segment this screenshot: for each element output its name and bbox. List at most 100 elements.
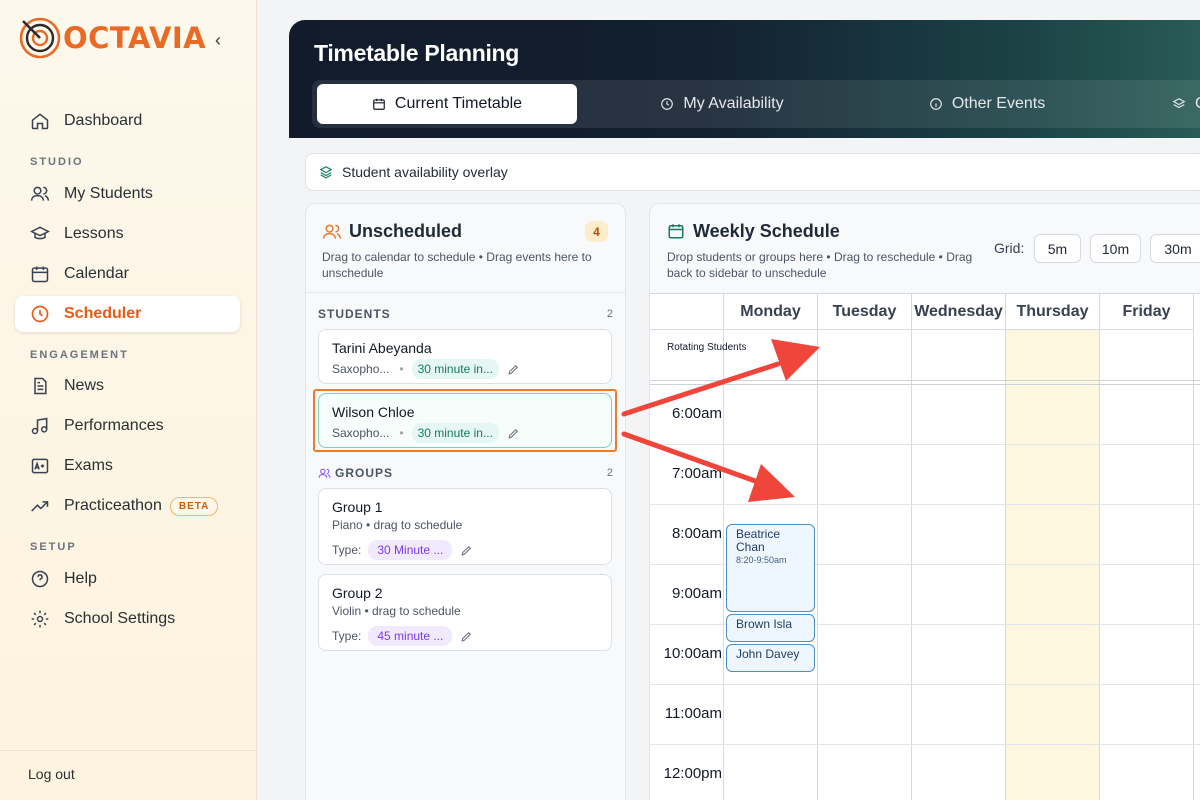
highlight-box bbox=[313, 389, 617, 452]
tab-label: Other Events bbox=[951, 95, 1046, 112]
sidebar-item-label: Dashboard bbox=[64, 112, 143, 129]
groups-count: 2 bbox=[606, 467, 613, 479]
sidebar-item-label: Exams bbox=[64, 457, 113, 474]
grid-line bbox=[650, 504, 1200, 505]
day-header-tuesday: Tuesday bbox=[818, 294, 912, 330]
tab-my-availability[interactable]: My Availability bbox=[592, 84, 852, 124]
group-card[interactable]: Group 2 Violin • drag to schedule Type: … bbox=[318, 574, 612, 651]
grid-30m-button[interactable]: 30m bbox=[1150, 234, 1200, 263]
time-column-header bbox=[650, 294, 724, 330]
clock-icon bbox=[31, 305, 49, 323]
sidebar-item-dashboard[interactable]: Dashboard bbox=[15, 103, 240, 139]
sidebar-item-exams[interactable]: Exams bbox=[15, 448, 240, 484]
groups-label-text: GROUPS bbox=[335, 466, 394, 480]
brand-logo[interactable]: OCTAVIA bbox=[18, 16, 206, 60]
group-type-row: Type: 45 minute ... bbox=[332, 626, 473, 646]
group-card[interactable]: Group 1 Piano • drag to schedule Type: 3… bbox=[318, 488, 612, 565]
event-name: Beatrice Chan bbox=[736, 527, 781, 554]
section-label-engagement: ENGAGEMENT bbox=[30, 349, 129, 361]
grid-line bbox=[1005, 330, 1006, 800]
octavia-logo-icon bbox=[19, 17, 61, 59]
type-pill: 45 minute ... bbox=[368, 626, 453, 646]
help-circle-icon bbox=[31, 570, 49, 588]
type-label: Type: bbox=[332, 543, 362, 557]
tab-current-timetable[interactable]: Current Timetable bbox=[317, 84, 577, 124]
calendar-grid[interactable]: Monday Tuesday Wednesday Thursday Friday… bbox=[650, 293, 1200, 800]
calendar-icon bbox=[668, 224, 684, 239]
availability-overlay-toggle[interactable]: Student availability overlay bbox=[305, 153, 1200, 191]
grid-label: Grid: bbox=[994, 240, 1025, 256]
grid-line bbox=[650, 380, 1200, 381]
sidebar-item-scheduler[interactable]: Scheduler bbox=[15, 296, 240, 332]
pencil-icon[interactable] bbox=[460, 630, 473, 643]
unscheduled-count-badge: 4 bbox=[585, 221, 608, 242]
sidebar-item-my-students[interactable]: My Students bbox=[15, 176, 240, 212]
sidebar-item-calendar[interactable]: Calendar bbox=[15, 256, 240, 292]
student-meta: Saxopho... • 30 minute in... bbox=[332, 359, 520, 379]
sidebar-item-news[interactable]: News bbox=[15, 368, 240, 404]
pencil-icon[interactable] bbox=[460, 544, 473, 557]
grid-5m-button[interactable]: 5m bbox=[1034, 234, 1081, 263]
sidebar-item-practiceathon[interactable]: Practiceathon BETA bbox=[15, 488, 240, 524]
grid-10m-button[interactable]: 10m bbox=[1090, 234, 1141, 263]
section-label-studio: STUDIO bbox=[30, 156, 84, 168]
schedule-subtitle: Drop students or groups here • Drag to r… bbox=[667, 250, 973, 280]
sidebar-item-label: Practiceathon bbox=[64, 497, 162, 514]
page-title: Timetable Planning bbox=[314, 40, 520, 66]
lesson-event[interactable]: Brown Isla bbox=[726, 614, 815, 642]
logout-link[interactable]: Log out bbox=[28, 766, 75, 782]
weekly-schedule-panel: Weekly Schedule Drop students or groups … bbox=[649, 203, 1200, 800]
group-detail: Violin • drag to schedule bbox=[332, 604, 461, 618]
users-icon bbox=[318, 468, 331, 478]
overlay-label: Student availability overlay bbox=[342, 164, 508, 180]
student-card[interactable]: Tarini Abeyanda Saxopho... • 30 minute i… bbox=[318, 329, 612, 384]
event-name: John Davey bbox=[736, 647, 800, 661]
section-label-setup: SETUP bbox=[30, 541, 77, 553]
sidebar-divider bbox=[0, 750, 257, 751]
page-header: Timetable Planning Current Timetable My … bbox=[289, 20, 1200, 138]
group-detail: Piano • drag to schedule bbox=[332, 518, 463, 532]
sidebar-item-label: My Students bbox=[64, 185, 153, 202]
unscheduled-panel: Unscheduled 4 Drag to calendar to schedu… bbox=[305, 203, 626, 800]
users-icon bbox=[322, 224, 342, 239]
separator-dot: • bbox=[399, 362, 404, 376]
layers-icon bbox=[319, 166, 333, 179]
type-pill: 30 Minute ... bbox=[368, 540, 453, 560]
grid-line bbox=[650, 684, 1200, 685]
sidebar-item-label: Performances bbox=[64, 417, 164, 434]
collapse-sidebar-button[interactable]: ‹ bbox=[215, 30, 221, 51]
grid-line bbox=[650, 744, 1200, 745]
sidebar-item-label: News bbox=[64, 377, 105, 394]
grid-line bbox=[1193, 330, 1194, 800]
sidebar-item-lessons[interactable]: Lessons bbox=[15, 216, 240, 252]
time-label: 12:00pm bbox=[663, 765, 722, 782]
sidebar-item-label: Scheduler bbox=[64, 305, 142, 322]
sidebar-item-label: Help bbox=[64, 570, 97, 587]
grade-icon bbox=[31, 458, 49, 474]
sidebar-item-performances[interactable]: Performances bbox=[15, 408, 240, 444]
tab-label: C bbox=[1195, 95, 1200, 113]
group-name: Group 2 bbox=[332, 585, 383, 601]
sidebar-item-help[interactable]: Help bbox=[15, 561, 240, 597]
student-instrument: Saxopho... bbox=[332, 362, 390, 376]
unscheduled-subtitle: Drag to calendar to schedule • Drag even… bbox=[322, 250, 592, 280]
lesson-event[interactable]: Beatrice Chan 8:20-9:50am bbox=[726, 524, 815, 612]
info-icon bbox=[929, 98, 942, 110]
grid-line bbox=[817, 330, 818, 800]
document-icon bbox=[34, 377, 47, 395]
grid-line bbox=[650, 384, 1200, 385]
tab-other-events[interactable]: Other Events bbox=[857, 84, 1117, 124]
sidebar-item-school-settings[interactable]: School Settings bbox=[15, 601, 240, 637]
time-label: 9:00am bbox=[671, 585, 722, 602]
tab-partial[interactable]: C bbox=[1172, 84, 1200, 124]
tab-bar: Current Timetable My Availability Other … bbox=[312, 80, 1200, 128]
sidebar-item-label: School Settings bbox=[64, 610, 176, 627]
tab-label: My Availability bbox=[683, 95, 784, 112]
grid-line bbox=[911, 330, 912, 800]
grid-line bbox=[1099, 330, 1100, 800]
pencil-icon[interactable] bbox=[507, 363, 520, 376]
lesson-event[interactable]: John Davey bbox=[726, 644, 815, 672]
students-label: STUDENTS bbox=[318, 307, 391, 321]
music-note-icon bbox=[31, 417, 48, 435]
schedule-title: Weekly Schedule bbox=[693, 221, 840, 241]
